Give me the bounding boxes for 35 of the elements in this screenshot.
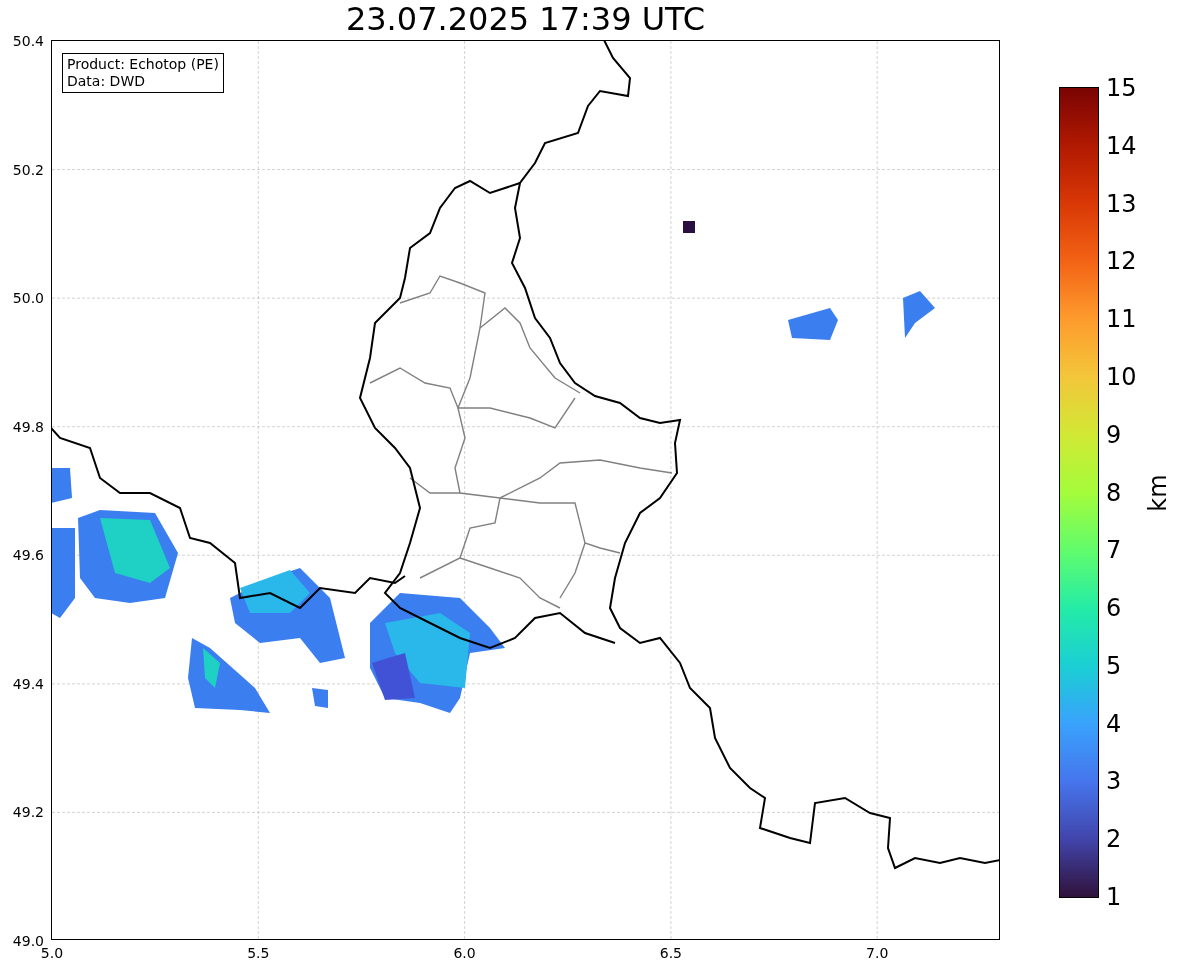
- colorbar-tick-label: 4: [1106, 710, 1122, 737]
- y-tick-label: 49.6: [12, 547, 44, 564]
- y-tick-label: 50.4: [12, 33, 44, 49]
- radar-echo-patch: [312, 688, 328, 708]
- colorbar-tick-label: 5: [1106, 652, 1122, 679]
- legend-text: Product: Echotop (PE): [67, 56, 219, 73]
- x-tick-label: 6.0: [453, 945, 476, 961]
- y-tick-label: 49.2: [12, 804, 44, 821]
- colorbar-tick-label: 1: [1106, 884, 1122, 910]
- colorbar-tick-label: 3: [1106, 768, 1122, 795]
- chart-title: 23.07.2025 17:39 UTC: [345, 0, 706, 40]
- y-tick-label: 50.0: [12, 290, 44, 307]
- y-tick-label: 49.8: [12, 418, 44, 435]
- radar-echo-patch: [683, 221, 695, 233]
- y-tick-label: 49.4: [12, 675, 44, 692]
- colorbar-tick-label: 13: [1106, 190, 1137, 217]
- legend-text: Data: DWD: [67, 73, 146, 90]
- radar-echo-patch: [788, 308, 838, 340]
- colorbar-label: km: [1143, 474, 1172, 512]
- colorbar-tick-label: 10: [1106, 363, 1137, 390]
- colorbar-tick-label: 9: [1106, 421, 1122, 448]
- colorbar-tick-label: 12: [1106, 248, 1137, 275]
- colorbar-tick-label: 6: [1106, 595, 1122, 622]
- radar-echo-patch: [52, 468, 72, 503]
- x-tick-label: 7.0: [866, 945, 889, 961]
- colorbar-tick-label: 2: [1106, 826, 1122, 853]
- colorbar-tick-label: 11: [1106, 306, 1137, 333]
- radar-echo-patch: [903, 291, 935, 338]
- y-tick-label: 50.2: [12, 161, 44, 178]
- x-tick-label: 6.5: [659, 945, 682, 961]
- colorbar-tick-label: 8: [1106, 479, 1122, 506]
- colorbar-tick-label: 15: [1106, 75, 1137, 101]
- colorbar-tick-label: 7: [1106, 537, 1122, 564]
- colorbar-tick-label: 14: [1106, 132, 1137, 159]
- x-tick-label: 5.5: [247, 945, 270, 961]
